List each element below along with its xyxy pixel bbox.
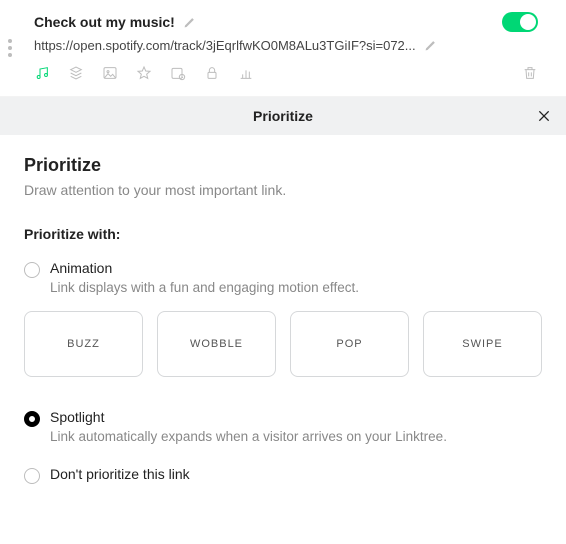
option-animation[interactable]: Animation Link displays with a fun and e…	[24, 260, 542, 295]
link-url-row: https://open.spotify.com/track/3jEqrlfwK…	[34, 38, 538, 53]
drag-handle[interactable]	[8, 39, 12, 57]
link-title-row: Check out my music!	[34, 12, 538, 32]
enable-toggle[interactable]	[502, 12, 538, 32]
analytics-icon[interactable]	[238, 65, 254, 84]
spotlight-title: Spotlight	[50, 409, 447, 425]
animation-title: Animation	[50, 260, 359, 276]
music-icon[interactable]	[34, 65, 50, 84]
none-title: Don't prioritize this link	[50, 466, 190, 482]
prioritize-panel: Prioritize Draw attention to your most i…	[0, 135, 566, 504]
prioritize-with-label: Prioritize with:	[24, 226, 542, 242]
star-icon[interactable]	[136, 65, 152, 84]
link-card: Check out my music! https://open.spotify…	[0, 0, 566, 97]
anim-wobble[interactable]: WOBBLE	[157, 311, 276, 377]
spotlight-desc: Link automatically expands when a visito…	[50, 429, 447, 444]
edit-url-icon[interactable]	[424, 39, 437, 52]
schedule-icon[interactable]	[170, 65, 186, 84]
radio-spotlight[interactable]	[24, 411, 40, 427]
layout-icon[interactable]	[68, 65, 84, 84]
radio-none[interactable]	[24, 468, 40, 484]
image-icon[interactable]	[102, 65, 118, 84]
option-none[interactable]: Don't prioritize this link	[24, 466, 542, 484]
anim-pop[interactable]: POP	[290, 311, 409, 377]
panel-heading: Prioritize	[24, 155, 542, 176]
edit-title-icon[interactable]	[183, 16, 196, 29]
anim-swipe[interactable]: SWIPE	[423, 311, 542, 377]
animation-desc: Link displays with a fun and engaging mo…	[50, 280, 359, 295]
delete-icon[interactable]	[522, 65, 538, 84]
close-icon[interactable]	[536, 108, 552, 124]
radio-animation[interactable]	[24, 262, 40, 278]
link-title: Check out my music!	[34, 14, 175, 30]
prioritize-bar-title: Prioritize	[253, 108, 313, 124]
link-url: https://open.spotify.com/track/3jEqrlfwK…	[34, 38, 416, 53]
panel-subtext: Draw attention to your most important li…	[24, 182, 542, 198]
lock-icon[interactable]	[204, 65, 220, 84]
prioritize-header-bar: Prioritize	[0, 97, 566, 135]
animation-options: BUZZ WOBBLE POP SWIPE	[24, 311, 542, 377]
link-action-icons	[34, 65, 538, 84]
anim-buzz[interactable]: BUZZ	[24, 311, 143, 377]
option-spotlight[interactable]: Spotlight Link automatically expands whe…	[24, 409, 542, 444]
